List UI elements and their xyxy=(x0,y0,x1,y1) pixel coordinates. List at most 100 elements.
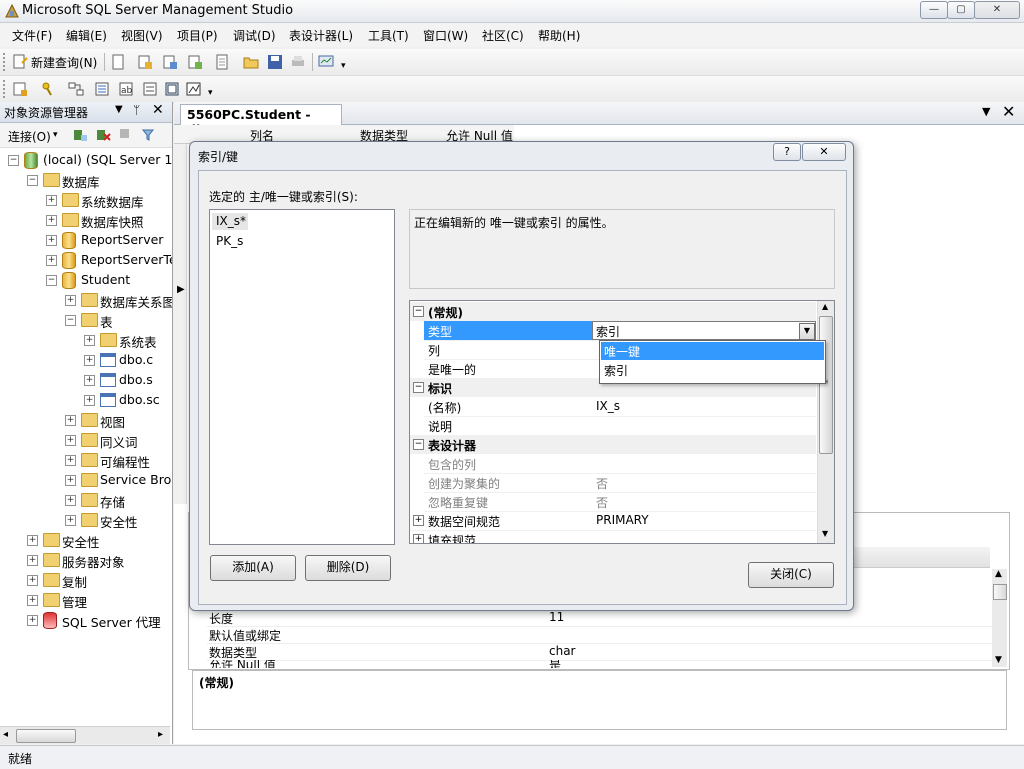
expand-icon[interactable]: + xyxy=(413,515,424,526)
tree-node[interactable]: + Service Bro xyxy=(0,470,172,490)
activity-monitor-icon[interactable] xyxy=(318,54,334,70)
collapse-icon[interactable]: − xyxy=(65,315,76,326)
tab-list-dropdown-icon[interactable]: ▼ xyxy=(982,105,990,118)
spatial-index-icon[interactable] xyxy=(186,81,202,97)
menu-help[interactable]: 帮助(H) xyxy=(538,27,580,44)
prop-row[interactable]: 数据类型 char xyxy=(207,643,997,661)
category-general[interactable]: − (常规) xyxy=(410,302,816,321)
menu-window[interactable]: 窗口(W) xyxy=(423,27,468,44)
tree-node[interactable]: + ReportServerTe xyxy=(0,250,172,270)
scroll-up-icon[interactable]: ▲ xyxy=(822,302,828,311)
close-window-button[interactable]: ✕ xyxy=(974,1,1020,19)
relationships-icon[interactable] xyxy=(68,81,84,97)
disconnect-icon[interactable] xyxy=(95,127,111,143)
document-tab[interactable]: 5560PC.Student - dbo.s xyxy=(180,104,342,137)
prop-row[interactable]: 允许 Null 值 是 xyxy=(207,660,997,668)
new-file-icon[interactable] xyxy=(110,54,126,70)
menu-project[interactable]: 项目(P) xyxy=(177,27,218,44)
expand-icon[interactable]: + xyxy=(27,535,38,546)
toolbar-overflow-icon[interactable]: ▾ xyxy=(341,61,346,71)
add-button[interactable]: 添加(A) xyxy=(210,555,296,581)
xml-index-icon[interactable] xyxy=(142,81,158,97)
manage-indexes-icon[interactable] xyxy=(94,81,110,97)
tree-node[interactable]: + dbo.sc xyxy=(0,390,172,410)
expand-icon[interactable]: + xyxy=(84,335,95,346)
key-list-item-selected[interactable]: IX_s* xyxy=(212,213,248,230)
expand-icon[interactable]: + xyxy=(65,295,76,306)
close-document-icon[interactable]: ✕ xyxy=(1002,102,1015,121)
new-query-icon[interactable] xyxy=(12,54,28,70)
collapse-icon[interactable]: − xyxy=(413,306,424,317)
save-icon[interactable] xyxy=(267,54,283,70)
tree-node[interactable]: + 服务器对象 xyxy=(0,550,172,570)
tree-node[interactable]: − (local) (SQL Server 10 xyxy=(0,150,172,170)
close-dialog-button[interactable]: 关闭(C) xyxy=(748,562,834,588)
prop-row-name[interactable]: (名称) IX_s xyxy=(424,397,816,417)
close-panel-icon[interactable]: ✕ xyxy=(152,102,164,118)
prop-row[interactable]: 长度 11 xyxy=(207,609,997,627)
scrollbar-thumb[interactable] xyxy=(993,584,1007,600)
dropdown-option-unique-key[interactable]: 唯一键 xyxy=(601,342,824,360)
collapse-icon[interactable]: − xyxy=(413,382,424,393)
tree-node[interactable]: − Student xyxy=(0,270,172,290)
tree-node[interactable]: + 系统数据库 xyxy=(0,190,172,210)
toolbar-grip[interactable] xyxy=(3,80,8,98)
menu-edit[interactable]: 编辑(E) xyxy=(66,27,107,44)
dropdown-option-index[interactable]: 索引 xyxy=(601,361,824,379)
toolbar-overflow-icon[interactable]: ▾ xyxy=(208,88,213,98)
scrollbar-thumb[interactable]: ≡ xyxy=(819,316,833,454)
collapse-icon[interactable]: − xyxy=(46,275,57,286)
expand-icon[interactable]: + xyxy=(46,255,57,266)
xmla-query-icon[interactable] xyxy=(214,54,230,70)
tree-node[interactable]: + 数据库关系图 xyxy=(0,290,172,310)
prop-row[interactable]: 默认值或绑定 xyxy=(207,626,997,644)
menu-view[interactable]: 视图(V) xyxy=(121,27,163,44)
check-constraint-icon[interactable] xyxy=(164,81,180,97)
stop-icon[interactable] xyxy=(120,129,129,138)
delete-button[interactable]: 删除(D) xyxy=(305,555,391,581)
prop-row-data-space[interactable]: + 数据空间规范 PRIMARY xyxy=(410,511,816,531)
expand-icon[interactable]: + xyxy=(84,355,95,366)
menu-tools[interactable]: 工具(T) xyxy=(368,27,409,44)
expand-icon[interactable]: + xyxy=(27,595,38,606)
tree-node[interactable]: + 视图 xyxy=(0,410,172,430)
generate-script-icon[interactable] xyxy=(12,81,28,97)
toolbar-grip[interactable] xyxy=(3,53,8,71)
dialog-close-x-button[interactable]: ✕ xyxy=(802,143,846,161)
expand-icon[interactable]: + xyxy=(27,615,38,626)
tree-node[interactable]: + 管理 xyxy=(0,590,172,610)
prop-row-description[interactable]: 说明 xyxy=(424,416,816,436)
tree-node[interactable]: + dbo.s xyxy=(0,370,172,390)
db-engine-query-icon[interactable] xyxy=(137,54,153,70)
tree-node[interactable]: + 安全性 xyxy=(0,510,172,530)
minimize-button[interactable]: — xyxy=(920,1,948,19)
collapse-icon[interactable]: − xyxy=(27,175,38,186)
key-list[interactable]: IX_s* PK_s xyxy=(209,209,395,545)
tree-node[interactable]: − 表 xyxy=(0,310,172,330)
scroll-right-icon[interactable]: ▸ xyxy=(158,729,163,740)
prop-row-included-columns[interactable]: 包含的列 xyxy=(424,454,816,474)
fulltext-index-icon[interactable]: ab xyxy=(118,81,134,97)
panel-menu-icon[interactable]: ▼ xyxy=(115,104,123,115)
register-server-icon[interactable] xyxy=(72,127,88,143)
menu-table-designer[interactable]: 表设计器(L) xyxy=(289,27,353,44)
scroll-down-icon[interactable]: ▼ xyxy=(822,529,828,538)
tree-node[interactable]: + 数据库快照 xyxy=(0,210,172,230)
analysis-query-icon[interactable] xyxy=(162,54,178,70)
menu-community[interactable]: 社区(C) xyxy=(482,27,524,44)
tree-node[interactable]: − 数据库 xyxy=(0,170,172,190)
key-list-item[interactable]: PK_s xyxy=(212,233,272,250)
expand-icon[interactable]: + xyxy=(84,395,95,406)
prop-row-ignore-duplicate[interactable]: 忽略重复键 否 xyxy=(424,492,816,512)
expand-icon[interactable]: + xyxy=(27,555,38,566)
prop-row-fill-spec[interactable]: + 填充规范 xyxy=(410,530,816,543)
scrollbar-thumb[interactable] xyxy=(16,729,76,743)
expand-icon[interactable]: + xyxy=(65,515,76,526)
properties-vertical-scrollbar[interactable]: ▲ ▼ xyxy=(992,569,1007,667)
expand-icon[interactable]: + xyxy=(46,235,57,246)
expand-icon[interactable]: + xyxy=(413,534,424,543)
tree-node[interactable]: + dbo.c xyxy=(0,350,172,370)
connect-button[interactable]: 连接(O) xyxy=(8,128,51,145)
property-grid-scrollbar[interactable]: ▲ ≡ ▼ xyxy=(817,301,834,543)
mdx-query-icon[interactable] xyxy=(187,54,203,70)
